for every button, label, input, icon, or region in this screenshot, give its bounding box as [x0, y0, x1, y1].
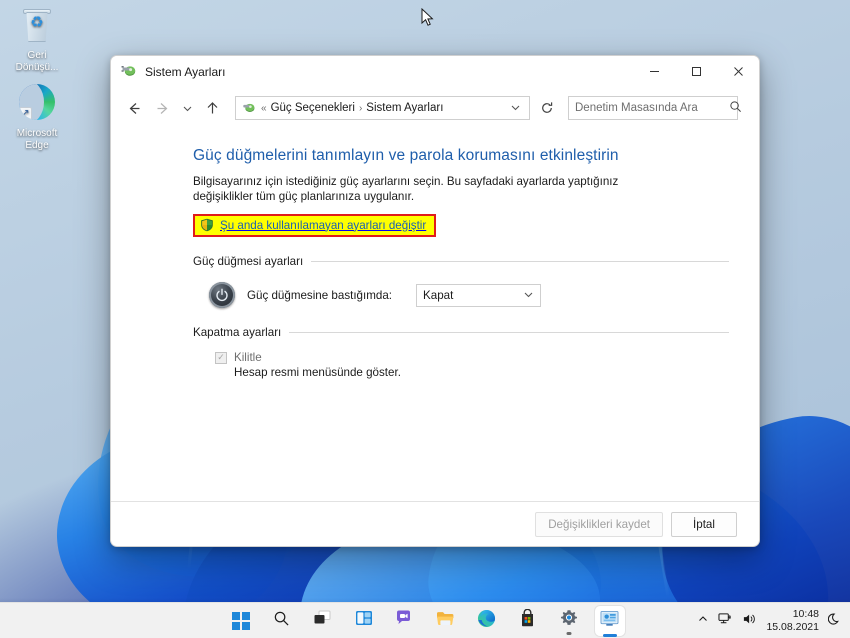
notifications-moon-icon[interactable] [827, 612, 842, 629]
window-title: Sistem Ayarları [145, 64, 226, 79]
taskbar-search-button[interactable] [267, 606, 297, 636]
minimize-button[interactable] [633, 56, 675, 87]
breadcrumb-overflow[interactable]: « [261, 103, 267, 114]
taskbar-widgets-button[interactable] [349, 606, 379, 636]
breadcrumb-item-power-options[interactable]: Güç Seçenekleri [271, 102, 355, 114]
breadcrumb-separator-icon: › [358, 102, 363, 114]
task-view-icon [313, 609, 332, 632]
section-divider [289, 332, 729, 333]
search-box[interactable] [568, 96, 741, 120]
mouse-cursor [421, 7, 435, 28]
navigation-toolbar: « Güç Seçenekleri › Sistem Ayarları [111, 87, 759, 129]
power-button-icon [209, 282, 235, 308]
edge-label-line1: Microsoft [16, 128, 58, 139]
uac-link-highlight: Şu anda kullanılamayan ayarları değiştir [193, 214, 437, 237]
taskbar-chat-button[interactable] [390, 606, 420, 636]
volume-icon[interactable] [742, 612, 757, 629]
search-icon [273, 610, 290, 632]
shutdown-settings-section: Kapatma ayarları ✓ Kilitle Hesap resmi m… [193, 326, 729, 379]
lock-checkbox-label: Kilitle [234, 351, 262, 364]
recycle-bin-icon: ♻ [0, 8, 74, 46]
shutdown-section-header: Kapatma ayarları [193, 326, 729, 339]
power-options-window-icon [121, 62, 137, 81]
network-icon[interactable] [718, 612, 733, 629]
breadcrumb-item-system-settings[interactable]: Sistem Ayarları [366, 102, 443, 114]
taskbar-clock[interactable]: 10:48 15.08.2021 [766, 608, 819, 634]
lock-checkbox-line[interactable]: ✓ Kilitle [215, 351, 729, 364]
up-button[interactable] [199, 95, 225, 121]
section-divider [311, 261, 729, 262]
taskbar-start-button[interactable] [226, 606, 256, 636]
close-button[interactable] [717, 56, 759, 87]
desktop-icon-microsoft-edge[interactable]: ↗ Microsoft Edge [0, 84, 74, 152]
power-button-action-label: Güç düğmesine bastığımda: [247, 288, 393, 302]
power-button-action-value: Kapat [423, 288, 454, 302]
windows-logo-icon [231, 611, 250, 630]
recent-locations-chevron-down-icon[interactable] [177, 95, 197, 121]
clock-time: 10:48 [792, 607, 819, 620]
system-settings-window: Sistem Ayarları « Güç Seçenekleri › Sist… [110, 55, 760, 547]
address-bar-icon [242, 100, 256, 117]
taskbar-file-explorer-button[interactable] [431, 606, 461, 636]
forward-button[interactable] [149, 95, 175, 121]
microsoft-store-icon [519, 608, 536, 632]
breadcrumb[interactable]: « Güç Seçenekleri › Sistem Ayarları [261, 102, 501, 114]
uac-shield-icon [200, 218, 214, 232]
refresh-button[interactable] [534, 96, 560, 120]
uac-link-label: Şu anda kullanılamayan ayarları değiştir [220, 218, 427, 232]
taskbar-task-view-button[interactable] [308, 606, 338, 636]
back-button[interactable] [121, 95, 147, 121]
control-panel-icon [600, 610, 619, 632]
settings-content: Güç düğmelerini tanımlayın ve parola kor… [111, 129, 759, 514]
taskbar-microsoft-edge-button[interactable] [472, 606, 502, 636]
page-description: Bilgisayarınız için istediğiniz güç ayar… [193, 175, 619, 203]
chat-icon [395, 609, 414, 632]
folder-icon [436, 610, 455, 632]
power-button-section-header: Güç düğmesi ayarları [193, 255, 729, 268]
power-button-action-select[interactable]: Kapat [416, 283, 542, 307]
microsoft-edge-icon [477, 609, 496, 633]
search-icon[interactable] [729, 100, 742, 116]
recycle-bin-label-line1: Geri [27, 50, 47, 61]
desktop-icon-recycle-bin[interactable]: ♻ Geri Dönüşü... [0, 8, 74, 74]
window-controls [633, 56, 759, 87]
window-footer: Değişiklikleri kaydet İptal [111, 502, 759, 546]
page-title: Güç düğmelerini tanımlayın ve parola kor… [193, 147, 619, 164]
lock-checkbox[interactable]: ✓ [215, 351, 227, 364]
show-hidden-icons-button[interactable] [697, 613, 709, 628]
search-input[interactable] [575, 102, 729, 114]
taskbar: 10:48 15.08.2021 [0, 602, 850, 638]
taskbar-microsoft-store-button[interactable] [513, 606, 543, 636]
cancel-button[interactable]: İptal [671, 511, 737, 537]
power-button-settings-section: Güç düğmesi ayarları Güç düğmesine bastı… [193, 255, 729, 308]
address-bar[interactable]: « Güç Seçenekleri › Sistem Ayarları [235, 96, 530, 120]
chevron-down-icon [523, 289, 534, 302]
maximize-button[interactable] [675, 56, 717, 87]
edge-label-line2: Edge [25, 140, 49, 151]
taskbar-settings-button[interactable] [554, 606, 584, 636]
shortcut-arrow-icon: ↗ [19, 107, 32, 120]
change-unavailable-settings-link[interactable]: Şu anda kullanılamayan ayarları değiştir [193, 214, 437, 237]
shutdown-section-title: Kapatma ayarları [193, 326, 282, 339]
lock-setting-row: ✓ Kilitle Hesap resmi menüsünde göster. [215, 351, 729, 379]
power-button-section-title: Güç düğmesi ayarları [193, 255, 304, 268]
lock-setting-description: Hesap resmi menüsünde göster. [234, 366, 401, 379]
gear-icon [560, 609, 578, 632]
recycle-bin-label-line2: Dönüşü... [15, 62, 59, 73]
save-changes-button[interactable]: Değişiklikleri kaydet [535, 511, 663, 537]
window-titlebar[interactable]: Sistem Ayarları [111, 56, 759, 87]
clock-date: 15.08.2021 [766, 620, 819, 633]
widgets-icon [355, 609, 373, 632]
taskbar-system-tray: 10:48 15.08.2021 [697, 608, 842, 634]
microsoft-edge-icon: ↗ [0, 84, 74, 124]
taskbar-control-panel-button[interactable] [594, 605, 625, 636]
address-chevron-down-icon[interactable] [506, 102, 525, 115]
power-button-action-row: Güç düğmesine bastığımda: Kapat [209, 282, 729, 308]
